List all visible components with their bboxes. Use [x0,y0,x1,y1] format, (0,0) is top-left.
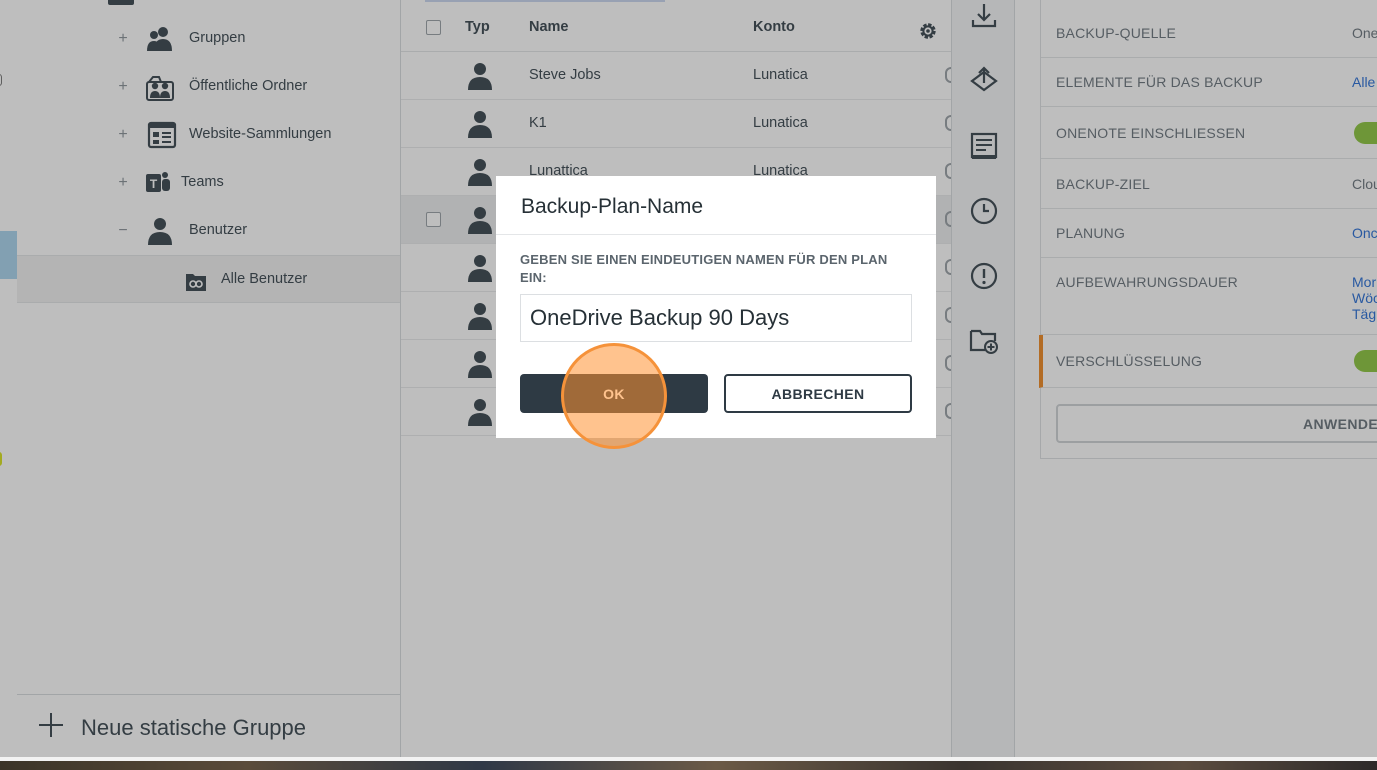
dialog-divider [496,234,936,235]
cancel-button[interactable]: ABBRECHEN [724,374,912,413]
dialog-title: Backup-Plan-Name [521,195,704,218]
window-bottom-edge [0,757,1377,761]
dialog-prompt: GEBEN SIE EINEN EINDEUTIGEN NAMEN FÜR DE… [520,252,888,285]
click-indicator [561,343,667,449]
desktop-background-strip [0,757,1377,770]
plan-name-input[interactable] [520,294,912,342]
